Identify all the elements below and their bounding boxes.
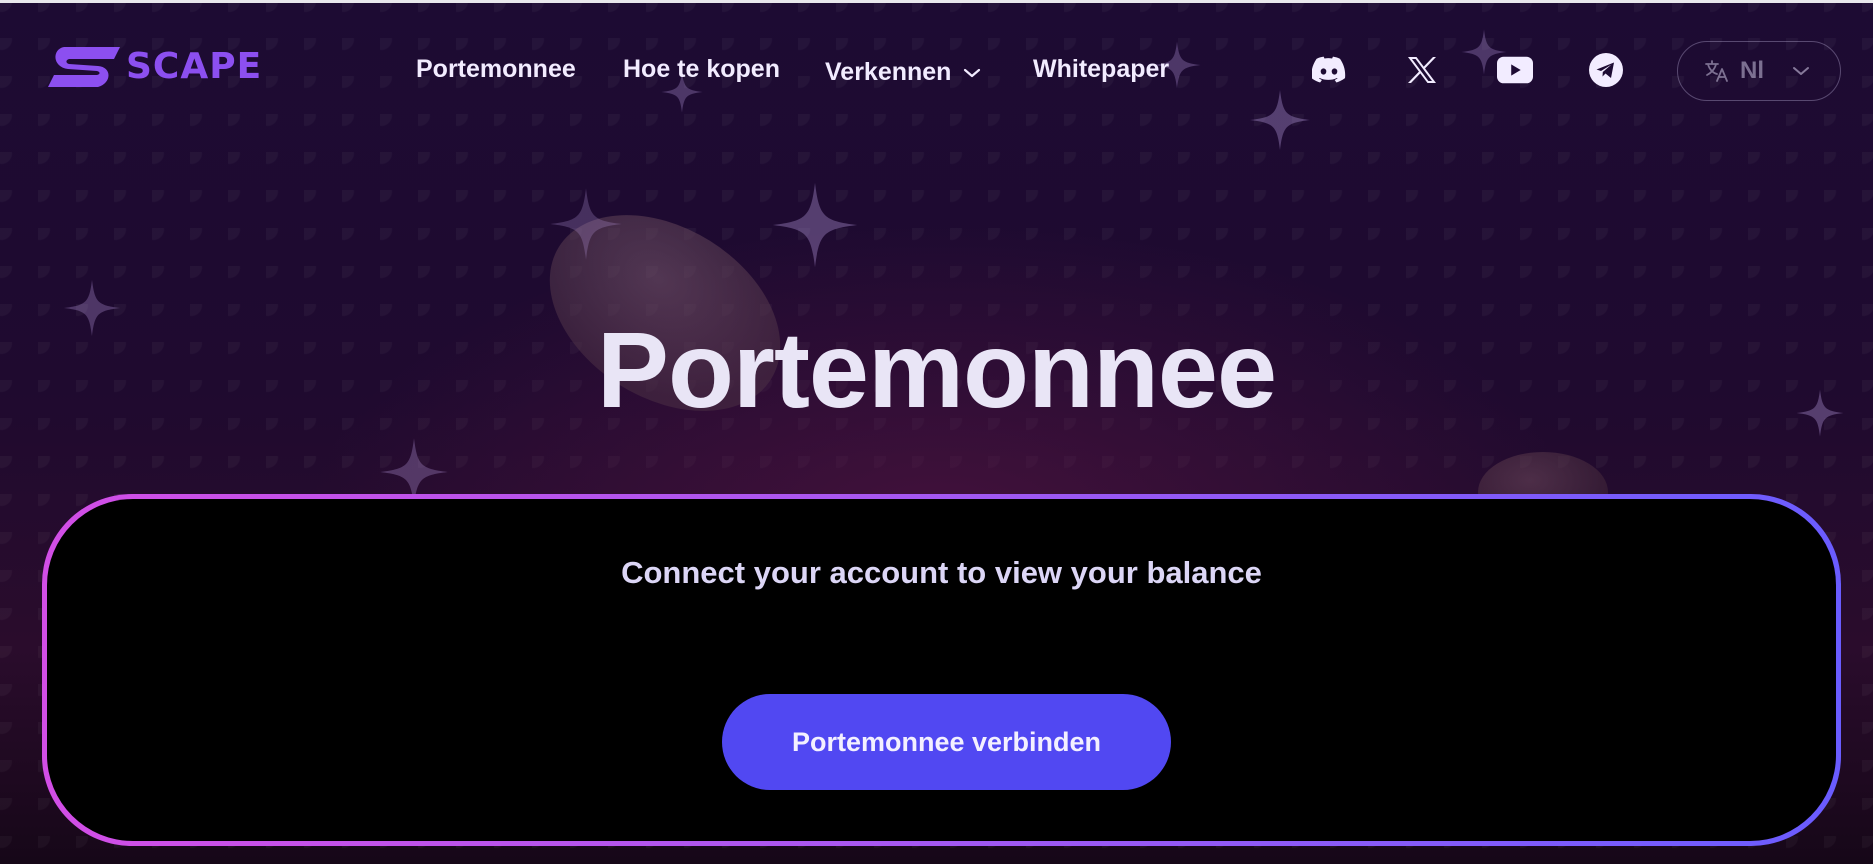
chevron-down-icon [1793, 67, 1809, 75]
page-title: Portemonnee [596, 309, 1277, 430]
telegram-icon [1589, 53, 1623, 87]
x-icon [1408, 57, 1436, 83]
sparkle-icon [550, 188, 622, 260]
nav-dropdown-verkennen[interactable]: Verkennen [825, 58, 981, 87]
window-top-edge [0, 0, 1873, 3]
nav-link-hoe-te-kopen[interactable]: Hoe te kopen [623, 55, 780, 84]
chevron-down-icon [964, 68, 981, 77]
nav-dropdown-label: Verkennen [825, 58, 952, 86]
x-twitter-link[interactable] [1404, 52, 1440, 88]
logo-text: SCAPE [126, 46, 263, 87]
nav-link-portemonnee[interactable]: Portemonnee [416, 55, 576, 84]
site-header: SCAPE Portemonnee Hoe te kopen Verkennen… [0, 3, 1873, 133]
youtube-icon [1497, 56, 1533, 84]
connect-wallet-button[interactable]: Portemonnee verbinden [722, 694, 1171, 790]
nav-link-whitepaper[interactable]: Whitepaper [1033, 55, 1169, 84]
scape-logo-mark-icon [48, 47, 120, 87]
telegram-link[interactable] [1588, 52, 1624, 88]
translate-icon [1705, 60, 1728, 82]
wallet-card-border: Connect your account to view your balanc… [42, 494, 1841, 846]
discord-icon [1312, 56, 1346, 83]
discord-link[interactable] [1311, 52, 1347, 88]
youtube-link[interactable] [1497, 52, 1533, 88]
wallet-card: Connect your account to view your balanc… [47, 499, 1836, 841]
language-selector[interactable]: Nl [1677, 41, 1841, 101]
connect-message: Connect your account to view your balanc… [621, 555, 1262, 590]
language-value: Nl [1740, 57, 1764, 84]
sparkle-icon [772, 182, 858, 268]
scape-logo[interactable]: SCAPE [46, 45, 262, 89]
